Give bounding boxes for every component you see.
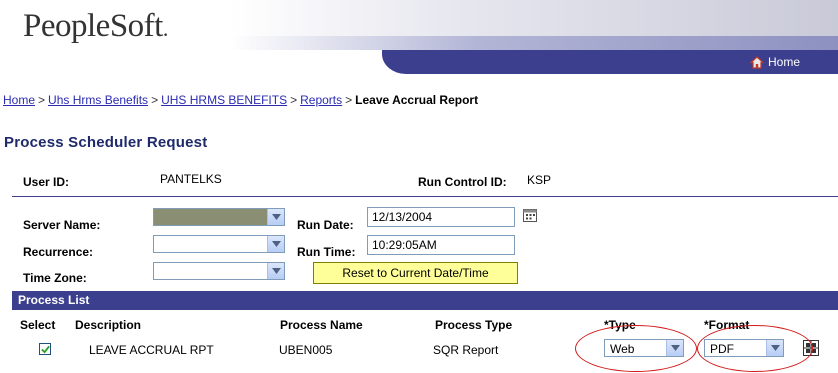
row-process-type: SQR Report [433, 343, 499, 357]
column-header-process-name: Process Name [280, 318, 363, 332]
breadcrumb-separator: > [151, 93, 159, 107]
column-header-process-type: Process Type [435, 318, 513, 332]
row-description: LEAVE ACCRUAL RPT [89, 343, 214, 357]
checkmark-icon [40, 345, 50, 354]
reset-to-current-date-time-button[interactable]: Reset to Current Date/Time [313, 262, 518, 284]
server-name-label: Server Name: [23, 218, 101, 232]
select-checkbox[interactable] [39, 343, 51, 355]
annotation-ellipse-type [575, 325, 697, 372]
breadcrumb-reports[interactable]: Reports [300, 93, 342, 107]
home-icon [749, 55, 764, 69]
breadcrumb-uhs-hrms-benefits-upper[interactable]: UHS HRMS BENEFITS [161, 93, 287, 107]
time-zone-select[interactable] [153, 262, 285, 280]
breadcrumb-separator: > [345, 93, 353, 107]
breadcrumb: Home > Uhs Hrms Benefits > UHS HRMS BENEFITS… [3, 93, 478, 107]
column-header-description: Description [75, 318, 142, 332]
chevron-down-icon [267, 209, 284, 225]
run-time-input[interactable]: 10:29:05AM [367, 235, 515, 255]
chevron-down-icon [267, 263, 284, 279]
recurrence-label: Recurrence: [23, 245, 94, 259]
run-control-id-value: KSP [527, 173, 552, 187]
column-header-select: Select [20, 318, 56, 332]
user-id-label: User ID: [23, 175, 70, 189]
process-list-title: Process List [18, 293, 90, 307]
page-title: Process Scheduler Request [4, 134, 208, 151]
calendar-icon[interactable] [522, 207, 539, 224]
recurrence-select[interactable] [153, 235, 285, 253]
run-time-label: Run Time: [297, 245, 356, 259]
row-process-name: UBEN005 [279, 343, 333, 357]
breadcrumb-uhs-hrms-benefits[interactable]: Uhs Hrms Benefits [48, 93, 148, 107]
breadcrumb-separator: > [290, 93, 298, 107]
user-id-value: PANTELKS [160, 172, 222, 186]
breadcrumb-current: Leave Accrual Report [355, 93, 479, 107]
section-divider [12, 196, 838, 197]
run-control-id-label: Run Control ID: [418, 175, 507, 189]
home-label: Home [767, 55, 800, 69]
breadcrumb-home[interactable]: Home [3, 93, 35, 107]
time-zone-label: Time Zone: [23, 271, 87, 285]
server-name-select[interactable] [153, 208, 285, 226]
peoplesoft-logo: PeopleSoft. [23, 8, 168, 44]
run-date-input[interactable]: 12/13/2004 [367, 207, 515, 227]
process-list-header: Process List [12, 291, 838, 310]
home-link[interactable]: Home [749, 55, 800, 69]
annotation-ellipse-format [697, 325, 813, 372]
run-date-label: Run Date: [297, 218, 354, 232]
chevron-down-icon [267, 236, 284, 252]
breadcrumb-separator: > [38, 93, 46, 107]
header-stripe [230, 36, 838, 50]
